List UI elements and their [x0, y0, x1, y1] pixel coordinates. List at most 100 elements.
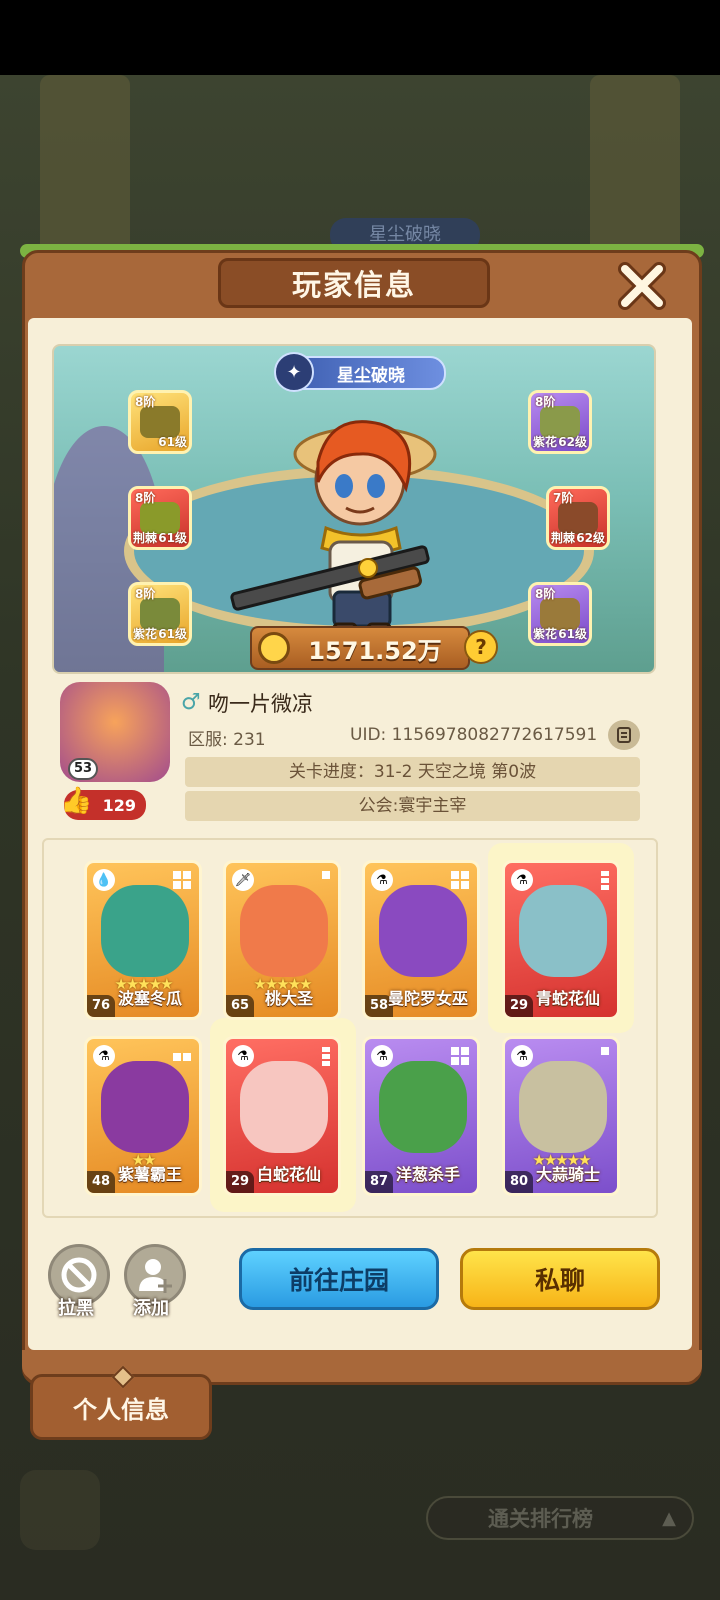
equipment-trait: 紫花 [133, 627, 158, 641]
potion-icon: ⚗ [511, 869, 533, 891]
equipment-level: 61级 [558, 627, 587, 641]
hero-card[interactable]: ⚗ 87 洋葱杀手 [362, 1036, 480, 1196]
background-pillar [590, 75, 680, 255]
like-button[interactable]: 👍 129 [60, 786, 146, 820]
hero-card[interactable]: 💧 ★★★★★ 76 波塞冬瓜 [84, 860, 202, 1020]
equipment-slot-hat[interactable]: 8阶 61级 [128, 390, 192, 454]
potion-icon: ⚗ [232, 1045, 254, 1067]
combat-power-bar: 1571.52万 [250, 626, 470, 670]
hero-title-banner: ✦ 星尘破晓 [274, 352, 446, 392]
thumbs-up-icon: 👍 [60, 786, 93, 816]
potion-icon: ⚗ [371, 869, 393, 891]
star-badge-icon: ✦ [274, 352, 314, 392]
help-question-icon[interactable]: ? [464, 630, 498, 664]
potion-icon: ⚗ [93, 1045, 115, 1067]
grid-icon [451, 871, 469, 889]
equipment-rank: 8阶 [535, 587, 556, 601]
equipment-slot-belt[interactable]: 7阶 荆棘 62级 [546, 486, 610, 550]
hero-portrait [379, 1061, 467, 1153]
player-uid: UID: 1156978082772617591 [350, 725, 598, 745]
equipment-slot-pants[interactable]: 8阶 紫花 61级 [128, 582, 192, 646]
sword-icon: 🗡 [232, 869, 254, 891]
hero-name: 洋葱杀手 [395, 1165, 460, 1184]
equipment-trait: 荆棘 [551, 531, 576, 545]
visit-manor-label: 前往庄园 [288, 1266, 389, 1295]
tab-personal-info-label: 个人信息 [73, 1395, 169, 1424]
close-button[interactable] [612, 258, 672, 314]
player-server: 区服: 231 [188, 730, 266, 750]
equipment-level: 61级 [158, 435, 187, 449]
equipment-trait: 荆棘 [133, 531, 158, 545]
stage-progress: 关卡进度：31-2 天空之境 第0波 [185, 757, 640, 787]
dialog-title-plate: 玩家信息 [218, 258, 490, 308]
ranking-button[interactable]: 通关排行榜 ▲ [426, 1496, 694, 1540]
hero-portrait [240, 1061, 328, 1153]
hero-title-text: 星尘破晓 [337, 365, 405, 386]
player-name: 吻一片微凉 [208, 692, 313, 716]
equipment-trait: 紫花 [533, 627, 558, 641]
single-slot-icon [601, 1047, 609, 1055]
combat-power-value: 1571.52万 [308, 636, 442, 665]
hero-name: 大蒜骑士 [535, 1165, 600, 1184]
equipment-slot-armor[interactable]: 8阶 紫花 62级 [528, 390, 592, 454]
hero-card[interactable]: ⚗ 58 曼陀罗女巫 [362, 860, 480, 1020]
hero-portrait [101, 1061, 189, 1153]
guild-name: 公会:寰宇主宰 [185, 791, 640, 821]
two-slot-icon [173, 1053, 191, 1061]
hero-character[interactable] [230, 392, 480, 662]
equipment-level: 62级 [576, 531, 605, 545]
equipment-rank: 8阶 [135, 491, 156, 505]
private-chat-label: 私聊 [534, 1266, 585, 1295]
hero-name: 紫薯霸王 [117, 1165, 182, 1184]
like-count: 129 [102, 795, 136, 815]
hero-card[interactable]: ⚗ 29 白蛇花仙 [223, 1036, 341, 1196]
column-icon [322, 1047, 330, 1066]
equipment-rank: 8阶 [135, 395, 156, 409]
tab-personal-info[interactable]: 个人信息 [30, 1365, 212, 1440]
avatar-level-badge: 53 [68, 758, 98, 780]
equipment-level: 61级 [158, 627, 187, 641]
back-button[interactable] [20, 1470, 100, 1550]
ranking-label: 通关排行榜 [488, 1507, 593, 1531]
potion-icon: ⚗ [371, 1045, 393, 1067]
single-slot-icon [322, 871, 330, 879]
chevron-up-icon: ▲ [662, 1508, 676, 1529]
column-icon [601, 871, 609, 890]
grid-icon [451, 1047, 469, 1065]
hero-portrait [519, 885, 607, 977]
close-x-icon [618, 262, 666, 310]
equipment-trait: 紫花 [533, 435, 558, 449]
hero-name: 波塞冬瓜 [117, 989, 182, 1008]
dialog-title: 玩家信息 [291, 268, 416, 302]
private-chat-button[interactable]: 私聊 [460, 1248, 660, 1310]
hero-portrait [101, 885, 189, 977]
equipment-slot-boots[interactable]: 8阶 紫花 61级 [528, 582, 592, 646]
hero-portrait [379, 885, 467, 977]
block-icon [61, 1257, 97, 1293]
hero-name: 白蛇花仙 [256, 1165, 321, 1184]
equipment-rank: 8阶 [135, 587, 156, 601]
hero-name: 青蛇花仙 [535, 989, 600, 1008]
hero-portrait [240, 885, 328, 977]
equipment-slot-gloves[interactable]: 8阶 荆棘 61级 [128, 486, 192, 550]
hero-card[interactable]: ⚗ ★★★★★ 80 大蒜骑士 [502, 1036, 620, 1196]
equipment-rank: 8阶 [535, 395, 556, 409]
equipment-rank: 7阶 [553, 491, 574, 505]
power-coin-icon [258, 632, 290, 664]
hero-card[interactable]: 🗡 ★★★★★ 65 桃大圣 [223, 860, 341, 1020]
status-bar-area [0, 0, 720, 75]
add-friend-label: 添加 [133, 1298, 169, 1319]
hero-card[interactable]: ⚗ ★★ 48 紫薯霸王 [84, 1036, 202, 1196]
water-drop-icon: 💧 [93, 869, 115, 891]
hero-name: 曼陀罗女巫 [387, 989, 468, 1008]
hero-name: 桃大圣 [264, 989, 313, 1008]
grid-icon [173, 871, 191, 889]
copy-uid-button[interactable] [608, 720, 640, 750]
potion-icon: ⚗ [511, 1045, 533, 1067]
equipment-level: 62级 [558, 435, 587, 449]
hero-portrait [519, 1061, 607, 1153]
hero-showcase: ✦ 星尘破晓 8阶 61级 8阶 荆棘 61级 8阶 紫花 61级 8阶 紫花 … [52, 344, 656, 674]
gender-icon: ♂ [181, 690, 201, 715]
visit-manor-button[interactable]: 前往庄园 [239, 1248, 439, 1310]
hero-card[interactable]: ⚗ 29 青蛇花仙 [502, 860, 620, 1020]
